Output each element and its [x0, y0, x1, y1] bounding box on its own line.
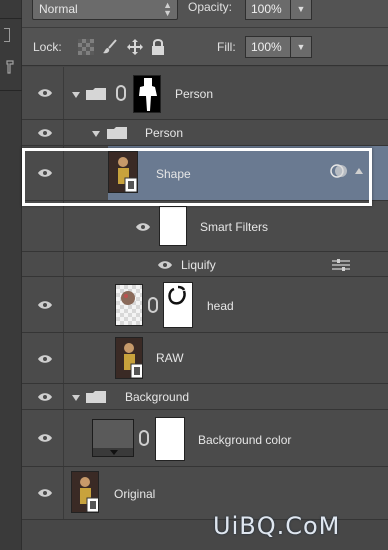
- eye-icon[interactable]: [37, 488, 53, 498]
- lock-brush-icon[interactable]: [102, 39, 118, 55]
- expand-triangle-icon[interactable]: [72, 92, 80, 98]
- layer-name: Background: [125, 390, 190, 404]
- eye-icon[interactable]: [37, 88, 53, 98]
- tool-icon[interactable]: [5, 60, 15, 74]
- expand-triangle-icon[interactable]: [92, 131, 100, 137]
- layer-row-person-subgroup[interactable]: Person: [22, 120, 388, 146]
- visibility-column: [22, 252, 64, 276]
- layer-name: RAW: [156, 351, 184, 365]
- opacity-dropdown-icon[interactable]: ▼: [290, 0, 312, 20]
- folder-icon: [86, 88, 106, 100]
- lock-move-icon[interactable]: [127, 39, 143, 55]
- visibility-column: [22, 277, 64, 332]
- expand-triangle-icon[interactable]: [72, 395, 80, 401]
- layer-name: Background color: [198, 433, 292, 447]
- blend-mode-select[interactable]: Normal ▲ ▼: [32, 0, 178, 20]
- visibility-column: [22, 120, 64, 145]
- eye-icon[interactable]: [37, 128, 53, 138]
- tool-icon[interactable]: [4, 28, 10, 42]
- mask-thumbnail[interactable]: [163, 282, 193, 328]
- blend-opacity-row: Normal ▲ ▼ Opacity: 100% ▼: [22, 0, 388, 28]
- layer-name: Person: [175, 87, 214, 101]
- opacity-label: Opacity:: [188, 0, 233, 14]
- lock-all-icon[interactable]: [150, 39, 166, 55]
- eye-icon[interactable]: [37, 392, 53, 402]
- lock-label: Lock:: [33, 40, 62, 54]
- layer-row-raw[interactable]: RAW: [22, 333, 388, 384]
- left-tool-strip: [0, 0, 22, 550]
- eye-icon[interactable]: [37, 354, 53, 364]
- folder-icon: [107, 127, 127, 139]
- watermark: UiBQ.CoM: [213, 512, 341, 540]
- filter-options-icon[interactable]: [332, 259, 350, 271]
- layer-row-smart-filters[interactable]: Smart Filters: [22, 201, 388, 252]
- layer-name: Original: [114, 487, 156, 501]
- layers-panel: Normal ▲ ▼ Opacity: 100% ▼ Lock: Fill: 10…: [22, 0, 388, 550]
- eye-icon[interactable]: [157, 260, 173, 270]
- smart-object-thumbnail[interactable]: [115, 337, 143, 379]
- eye-icon[interactable]: [37, 300, 53, 310]
- layer-row-background-color[interactable]: Background color: [22, 410, 388, 467]
- blend-mode-value: Normal: [39, 2, 78, 16]
- fill-thumbnail[interactable]: [92, 419, 134, 457]
- filter-mask-thumbnail[interactable]: [159, 206, 187, 246]
- fill-label: Fill:: [217, 40, 236, 54]
- mask-thumbnail[interactable]: [155, 417, 185, 461]
- eye-icon[interactable]: [135, 222, 151, 232]
- visibility-column: [22, 384, 64, 409]
- lock-fill-row: Lock: Fill: 100% ▼: [22, 28, 388, 66]
- visibility-column: [22, 333, 64, 383]
- layer-name: Smart Filters: [200, 220, 269, 234]
- opacity-input[interactable]: 100%: [245, 0, 291, 20]
- link-icon[interactable]: [116, 85, 126, 101]
- layer-row-person-group[interactable]: Person: [22, 67, 388, 120]
- link-icon[interactable]: [148, 297, 158, 313]
- folder-icon: [86, 391, 106, 403]
- select-arrows-icon: ▲ ▼: [163, 0, 172, 18]
- visibility-column: [22, 410, 64, 466]
- layer-name: head: [207, 299, 234, 313]
- mask-thumbnail[interactable]: [133, 75, 161, 113]
- visibility-column: [22, 67, 64, 119]
- layer-row-background-group[interactable]: Background: [22, 384, 388, 410]
- layer-row-head[interactable]: head: [22, 277, 388, 333]
- layer-name: Liquify: [181, 258, 216, 272]
- visibility-column: [22, 201, 64, 251]
- eye-icon[interactable]: [37, 433, 53, 443]
- smart-object-thumbnail[interactable]: [71, 471, 99, 513]
- fill-input[interactable]: 100%: [245, 36, 291, 58]
- lock-transparent-icon[interactable]: [78, 39, 94, 55]
- fill-dropdown-icon[interactable]: ▼: [290, 36, 312, 58]
- visibility-column: [22, 467, 64, 519]
- link-icon[interactable]: [139, 430, 149, 446]
- selection-highlight-frame: [22, 148, 372, 206]
- layer-row-liquify[interactable]: Liquify: [22, 252, 388, 277]
- layer-name: Person: [145, 126, 184, 140]
- layer-thumbnail[interactable]: [115, 284, 143, 326]
